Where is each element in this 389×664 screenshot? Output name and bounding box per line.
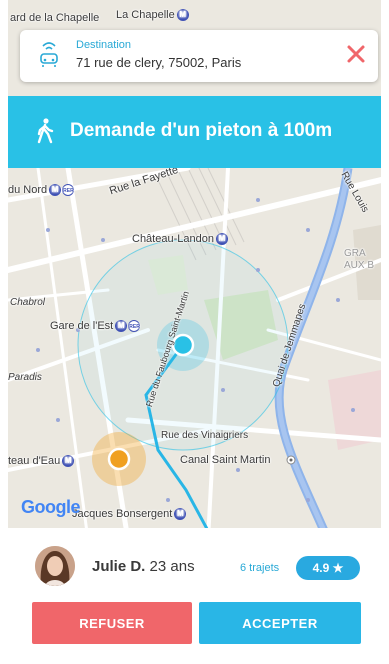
refuse-button[interactable]: REFUSER bbox=[32, 602, 192, 644]
pedestrian-icon bbox=[37, 118, 54, 144]
map-label-chabrol: Chabrol bbox=[10, 297, 46, 308]
app-frame: ard de la Chapelle La Chapelle M du Nord M… bbox=[8, 0, 381, 664]
metro-icon: M bbox=[176, 9, 189, 22]
map-label-canal-saint-martin: Canal Saint Martin bbox=[180, 454, 271, 466]
map-label-rue-des-vinaigriers: Rue des Vinaigriers bbox=[161, 430, 249, 441]
car-wifi-icon bbox=[40, 42, 58, 67]
metro-icon: M bbox=[115, 320, 128, 333]
avatar bbox=[35, 546, 75, 586]
rer-icon: RER bbox=[128, 320, 141, 333]
google-logo: Google bbox=[21, 497, 81, 517]
map-label-jacques-bonsergent: Jacques Bonsergent bbox=[72, 508, 173, 520]
user-age: 23 ans bbox=[149, 558, 195, 575]
trips-count: 6 trajets bbox=[240, 562, 280, 574]
rer-icon: RER bbox=[62, 184, 75, 197]
request-panel: Julie D. 23 ans 6 trajets 4.9 ★ REFUSER … bbox=[8, 528, 381, 664]
user-name-text: Julie D. bbox=[92, 558, 146, 575]
banner-text: Demande d'un pieton à bbox=[70, 120, 284, 141]
banner-distance: 100m bbox=[283, 120, 333, 141]
map-label-chateau-deau: teau d'Eau bbox=[8, 455, 61, 467]
map-label-graux: GRA AUX B bbox=[344, 248, 375, 271]
metro-icon: M bbox=[174, 508, 187, 521]
rating-badge: 4.9 ★ bbox=[296, 556, 360, 580]
map-label-chateau-landon: Château-Landon bbox=[132, 233, 214, 245]
banner-message: Demande d'un pieton à 100m bbox=[70, 120, 332, 142]
map-label-paradis: Paradis bbox=[8, 372, 42, 383]
accept-button[interactable]: ACCEPTER bbox=[199, 602, 361, 644]
pedestrian-request-banner: Demande d'un pieton à 100m bbox=[8, 96, 381, 168]
user-photo-icon bbox=[35, 546, 75, 586]
map-label-gare-de-lest: Gare de l'Est bbox=[50, 320, 114, 332]
metro-icon: M bbox=[49, 184, 62, 197]
map-label-la-chapelle-station: La Chapelle bbox=[116, 9, 175, 21]
metro-icon: M bbox=[215, 233, 228, 246]
close-icon[interactable] bbox=[344, 42, 368, 66]
map-label-la-chapelle-left: ard de la Chapelle bbox=[10, 12, 100, 24]
map-label-du-nord: du Nord bbox=[8, 184, 48, 196]
destination-label: Destination bbox=[76, 39, 132, 51]
user-name: Julie D. 23 ans bbox=[92, 558, 195, 575]
metro-icon: M bbox=[62, 455, 75, 468]
destination-card: Destination 71 rue de clery, 75002, Pari… bbox=[20, 30, 378, 82]
destination-address: 71 rue de clery, 75002, Paris bbox=[76, 55, 242, 70]
